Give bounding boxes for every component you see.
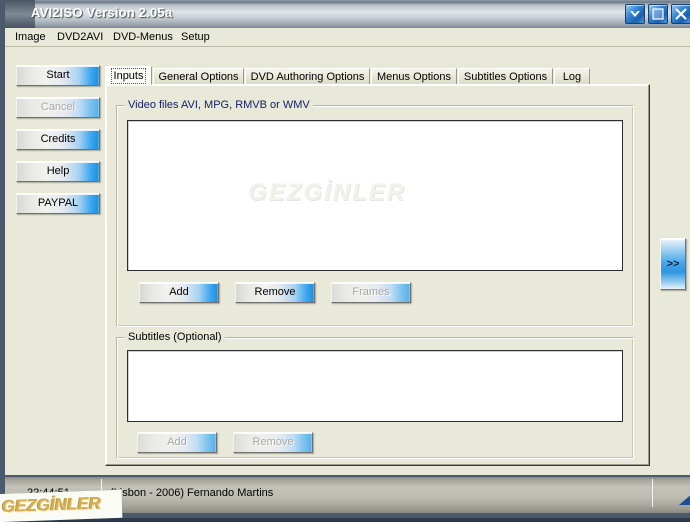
video-files-group: Video files AVI, MPG, RMVB or WMV GEZGİN… xyxy=(116,99,634,327)
minimize-button[interactable] xyxy=(625,4,645,24)
tab-dvd-authoring-options[interactable]: DVD Authoring Options xyxy=(245,68,370,85)
tab-general-options[interactable]: General Options xyxy=(153,68,244,85)
watermark-badge: GEZGİNLER xyxy=(0,489,123,522)
chevron-down-icon xyxy=(626,5,644,23)
subtitles-remove-button: Remove xyxy=(233,432,313,453)
menu-item-dvd2avi[interactable]: DVD2AVI xyxy=(53,30,107,44)
menu-item-dvd-menus[interactable]: DVD-Menus xyxy=(109,30,177,44)
subtitles-listbox[interactable] xyxy=(127,350,623,422)
close-icon xyxy=(672,5,690,23)
video-remove-button[interactable]: Remove xyxy=(235,282,315,303)
tab-control: Inputs General Options DVD Authoring Opt… xyxy=(105,66,650,466)
status-author: (Lisbon - 2006) Fernando Martins xyxy=(110,487,274,499)
watermark-text: GEZGİNLER xyxy=(1,493,102,516)
tab-strip: Inputs General Options DVD Authoring Opt… xyxy=(105,66,650,85)
tab-log-label: Log xyxy=(562,71,582,83)
maximize-button[interactable] xyxy=(648,4,668,24)
client-area: Start Cancel Credits Help PAYPAL Inputs … xyxy=(5,47,690,475)
window-title: AVI2ISO Version 2.05a xyxy=(31,5,173,20)
tab-inputs[interactable]: Inputs xyxy=(105,66,152,85)
menu-bar: Image DVD2AVI DVD-Menus Setup xyxy=(5,28,690,47)
start-button[interactable]: Start xyxy=(16,65,100,86)
resize-grip[interactable] xyxy=(679,493,690,505)
paypal-button[interactable]: PAYPAL xyxy=(16,193,100,214)
tab-subtitles-options-label: Subtitles Options xyxy=(463,71,548,83)
subtitles-add-button: Add xyxy=(137,432,217,453)
maximize-icon xyxy=(649,5,667,23)
cancel-button: Cancel xyxy=(16,97,100,118)
close-button[interactable] xyxy=(671,4,690,24)
video-add-button[interactable]: Add xyxy=(139,282,219,303)
tab-log[interactable]: Log xyxy=(554,68,590,85)
tab-general-options-label: General Options xyxy=(158,71,239,83)
menu-item-image[interactable]: Image xyxy=(11,30,50,44)
tab-page-inputs: Video files AVI, MPG, RMVB or WMV GEZGİN… xyxy=(105,84,650,466)
listbox-watermark: GEZGİNLER xyxy=(248,179,407,206)
subtitles-group: Subtitles (Optional) Add Remove xyxy=(116,331,634,459)
credits-button[interactable]: Credits xyxy=(16,129,100,150)
application-window: AVI2ISO Version 2.05a Image DVD2AVI DVD-… xyxy=(0,0,690,518)
expand-panel-button[interactable]: >> xyxy=(660,238,686,290)
video-files-group-title: Video files AVI, MPG, RMVB or WMV xyxy=(125,99,313,111)
tab-inputs-label: Inputs xyxy=(110,67,147,84)
tab-subtitles-options[interactable]: Subtitles Options xyxy=(458,68,553,85)
subtitles-group-title: Subtitles (Optional) xyxy=(125,331,225,343)
status-separator-2 xyxy=(652,479,653,507)
title-bar[interactable]: AVI2ISO Version 2.05a xyxy=(5,0,690,28)
tab-menus-options[interactable]: Menus Options xyxy=(371,68,457,85)
menu-item-setup[interactable]: Setup xyxy=(177,30,214,44)
video-frames-button: Frames xyxy=(331,282,411,303)
help-button[interactable]: Help xyxy=(16,161,100,182)
video-files-listbox[interactable]: GEZGİNLER xyxy=(127,120,623,271)
tab-dvd-authoring-options-label: DVD Authoring Options xyxy=(250,71,365,83)
tab-menus-options-label: Menus Options xyxy=(377,71,451,83)
